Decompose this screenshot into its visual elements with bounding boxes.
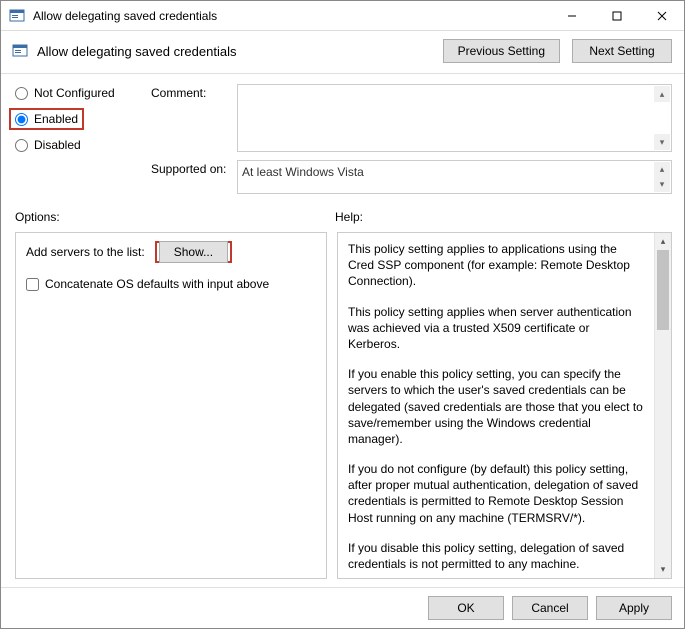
comment-textarea[interactable]: ▴ ▾ xyxy=(237,84,672,152)
scroll-down-icon[interactable]: ▾ xyxy=(654,177,670,192)
comment-scroll: ▴ ▾ xyxy=(654,86,670,150)
help-paragraph: If you disable this policy setting, dele… xyxy=(348,540,644,572)
supported-value: At least Windows Vista xyxy=(242,165,364,179)
add-servers-row: Add servers to the list: Show... xyxy=(26,241,316,263)
scroll-up-icon[interactable]: ▴ xyxy=(655,233,671,250)
show-button[interactable]: Show... xyxy=(159,241,228,263)
window-title: Allow delegating saved credentials xyxy=(33,9,549,23)
comment-field-wrap: ▴ ▾ xyxy=(237,84,672,152)
show-button-highlight: Show... xyxy=(155,241,232,263)
supported-textarea: At least Windows Vista ▴ ▾ xyxy=(237,160,672,194)
scroll-thumb[interactable] xyxy=(657,250,669,330)
section-headers: Options: Help: xyxy=(1,200,684,228)
radio-enabled-input[interactable] xyxy=(15,113,28,126)
radio-disabled[interactable]: Disabled xyxy=(15,138,145,152)
concat-checkbox-label: Concatenate OS defaults with input above xyxy=(45,277,269,291)
scroll-track[interactable] xyxy=(655,250,671,561)
help-paragraph: If you do not configure (by default) thi… xyxy=(348,461,644,526)
help-header: Help: xyxy=(335,210,672,224)
help-panel: This policy setting applies to applicati… xyxy=(337,232,672,579)
radio-not-configured-label: Not Configured xyxy=(34,86,115,100)
close-button[interactable] xyxy=(639,1,684,30)
previous-setting-button[interactable]: Previous Setting xyxy=(443,39,560,63)
help-scrollbar[interactable]: ▴ ▾ xyxy=(654,233,671,578)
panels: Add servers to the list: Show... Concate… xyxy=(1,228,684,587)
scroll-up-icon[interactable]: ▴ xyxy=(654,162,670,177)
supported-scroll: ▴ ▾ xyxy=(654,162,670,192)
policy-title: Allow delegating saved credentials xyxy=(37,44,443,59)
nav-buttons: Previous Setting Next Setting xyxy=(443,39,672,63)
policy-icon xyxy=(11,42,29,60)
apply-button[interactable]: Apply xyxy=(596,596,672,620)
help-text: This policy setting applies to applicati… xyxy=(338,233,654,578)
radio-not-configured-input[interactable] xyxy=(15,87,28,100)
scroll-up-icon[interactable]: ▴ xyxy=(654,86,670,102)
concat-checkbox-row[interactable]: Concatenate OS defaults with input above xyxy=(26,277,316,291)
next-setting-button[interactable]: Next Setting xyxy=(572,39,672,63)
footer: OK Cancel Apply xyxy=(1,587,684,628)
radio-enabled-label: Enabled xyxy=(34,112,78,126)
add-servers-label: Add servers to the list: xyxy=(26,245,145,259)
supported-field-wrap: At least Windows Vista ▴ ▾ xyxy=(237,160,672,194)
minimize-button[interactable] xyxy=(549,1,594,30)
help-paragraph: If you enable this policy setting, you c… xyxy=(348,366,644,447)
supported-label: Supported on: xyxy=(151,160,231,176)
titlebar: Allow delegating saved credentials xyxy=(1,1,684,31)
dialog-window: Allow delegating saved credentials Allow… xyxy=(0,0,685,629)
ok-button[interactable]: OK xyxy=(428,596,504,620)
config-area: Not Configured Enabled Disabled Comment:… xyxy=(1,74,684,200)
app-icon xyxy=(7,6,27,26)
radio-disabled-label: Disabled xyxy=(34,138,81,152)
header-row: Allow delegating saved credentials Previ… xyxy=(1,31,684,74)
state-radio-group: Not Configured Enabled Disabled xyxy=(15,84,145,152)
radio-not-configured[interactable]: Not Configured xyxy=(15,86,145,100)
help-paragraph: This policy setting applies when server … xyxy=(348,304,644,353)
comment-label: Comment: xyxy=(151,84,231,100)
help-paragraph: This policy setting applies to applicati… xyxy=(348,241,644,290)
cancel-button[interactable]: Cancel xyxy=(512,596,588,620)
concat-checkbox[interactable] xyxy=(26,278,39,291)
maximize-button[interactable] xyxy=(594,1,639,30)
scroll-down-icon[interactable]: ▾ xyxy=(655,561,671,578)
enabled-highlight: Enabled xyxy=(9,108,84,130)
options-panel: Add servers to the list: Show... Concate… xyxy=(15,232,327,579)
radio-enabled[interactable]: Enabled xyxy=(15,112,78,126)
window-buttons xyxy=(549,1,684,30)
radio-disabled-input[interactable] xyxy=(15,139,28,152)
options-header: Options: xyxy=(15,210,335,224)
scroll-down-icon[interactable]: ▾ xyxy=(654,134,670,150)
